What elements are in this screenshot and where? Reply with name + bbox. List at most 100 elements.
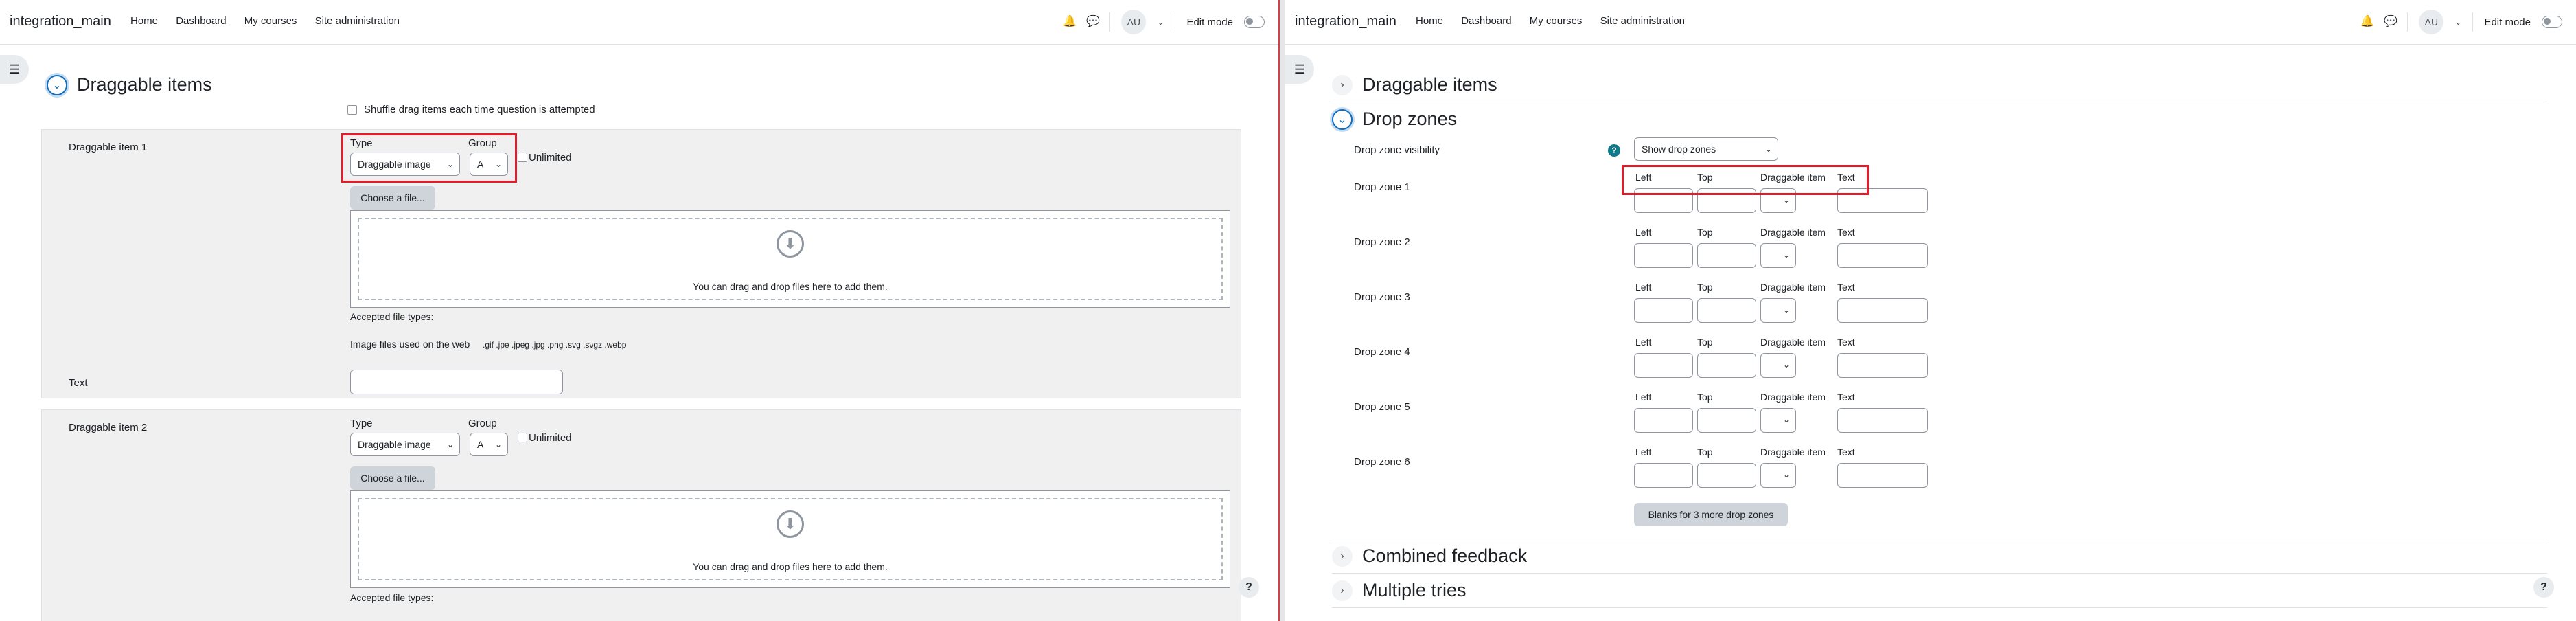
site-name[interactable]: integration_main bbox=[1295, 14, 1396, 30]
text-input[interactable] bbox=[1837, 408, 1928, 433]
bell-icon[interactable]: 🔔 bbox=[1063, 16, 1077, 28]
course-index-toggle[interactable]: ☰ bbox=[1285, 55, 1314, 84]
text-label: Text bbox=[1837, 227, 1855, 238]
left-label: Left bbox=[1635, 337, 1652, 348]
chevron-down-icon: ⌄ bbox=[1782, 470, 1790, 479]
file-drop-area[interactable]: ⬇ You can drag and drop files here to ad… bbox=[350, 210, 1230, 308]
expand-section-button[interactable]: › bbox=[1332, 74, 1353, 95]
section-divider bbox=[1332, 573, 2547, 574]
nav-home[interactable]: Home bbox=[1416, 15, 1443, 27]
group-select[interactable]: A ⌄ bbox=[470, 433, 508, 456]
choose-file-button[interactable]: Choose a file... bbox=[350, 466, 435, 490]
collapse-section-button[interactable]: ⌄ bbox=[1332, 109, 1353, 130]
chevron-down-icon: ⌄ bbox=[1782, 250, 1790, 260]
draggable-item-select[interactable]: ⌄ bbox=[1760, 243, 1796, 268]
text-input[interactable] bbox=[1837, 243, 1928, 268]
nav-home[interactable]: Home bbox=[130, 15, 158, 27]
chevron-down-icon: ⌄ bbox=[1782, 415, 1790, 425]
text-input[interactable] bbox=[1837, 298, 1928, 323]
nav-my-courses[interactable]: My courses bbox=[1530, 15, 1583, 27]
section-title: Combined feedback bbox=[1362, 545, 1528, 566]
group-select-value: A bbox=[477, 439, 484, 450]
text-input[interactable] bbox=[1837, 353, 1928, 378]
highlight-box bbox=[341, 133, 517, 183]
nav-site-administration[interactable]: Site administration bbox=[315, 15, 400, 27]
file-drop-area[interactable]: ⬇ You can drag and drop files here to ad… bbox=[350, 490, 1230, 588]
draggable-item-label: Draggable item 1 bbox=[69, 142, 148, 153]
divider bbox=[2472, 12, 2474, 32]
chevron-down-icon: ⌄ bbox=[1764, 144, 1772, 154]
left-input[interactable] bbox=[1634, 353, 1693, 378]
nav-dashboard[interactable]: Dashboard bbox=[1461, 15, 1511, 27]
left-label: Left bbox=[1635, 227, 1652, 238]
chevron-down-icon: ⌄ bbox=[1782, 360, 1790, 370]
chevron-down-icon[interactable]: ⌄ bbox=[2454, 17, 2461, 27]
unlimited-label: Unlimited bbox=[529, 432, 572, 444]
draggable-item-select[interactable]: ⌄ bbox=[1760, 408, 1796, 433]
text-input[interactable] bbox=[1837, 463, 1928, 488]
nav-my-courses[interactable]: My courses bbox=[244, 15, 297, 27]
nav-dashboard[interactable]: Dashboard bbox=[176, 15, 226, 27]
left-label: Left bbox=[1635, 392, 1652, 403]
expand-section-button[interactable]: › bbox=[1332, 545, 1353, 567]
visibility-select-value: Show drop zones bbox=[1642, 144, 1716, 155]
unlimited-checkbox[interactable] bbox=[518, 433, 527, 442]
message-icon[interactable]: 💬 bbox=[1086, 16, 1100, 28]
navbar: integration_main Home Dashboard My cours… bbox=[0, 0, 1278, 45]
draggable-item-select[interactable]: ⌄ bbox=[1760, 298, 1796, 323]
unlimited-checkbox[interactable] bbox=[518, 153, 527, 162]
visibility-select[interactable]: Show drop zones ⌄ bbox=[1634, 137, 1778, 161]
help-button[interactable]: ? bbox=[2533, 577, 2554, 598]
primary-navigation: Home Dashboard My courses Site administr… bbox=[130, 15, 415, 27]
top-label: Top bbox=[1697, 447, 1713, 458]
bell-icon[interactable]: 🔔 bbox=[2360, 16, 2374, 28]
divider bbox=[2407, 12, 2408, 32]
top-input[interactable] bbox=[1697, 243, 1756, 268]
edit-mode-label: Edit mode bbox=[1186, 16, 1233, 28]
nav-site-administration[interactable]: Site administration bbox=[1600, 15, 1685, 27]
top-input[interactable] bbox=[1697, 463, 1756, 488]
top-input[interactable] bbox=[1697, 353, 1756, 378]
section-divider bbox=[1332, 607, 2547, 608]
text-label: Text bbox=[1837, 282, 1855, 293]
top-input[interactable] bbox=[1697, 298, 1756, 323]
type-select[interactable]: Draggable image ⌄ bbox=[350, 433, 460, 456]
collapse-section-button[interactable]: ⌄ bbox=[47, 74, 67, 95]
shuffle-checkbox[interactable] bbox=[347, 105, 357, 115]
left-input[interactable] bbox=[1634, 463, 1693, 488]
list-icon: ☰ bbox=[1293, 63, 1306, 76]
chevron-down-icon[interactable]: ⌄ bbox=[1157, 17, 1164, 27]
drop-instructions: You can drag and drop files here to add … bbox=[693, 281, 888, 292]
group-label: Group bbox=[468, 418, 497, 429]
avatar[interactable]: AU bbox=[2419, 10, 2444, 34]
help-button[interactable]: ? bbox=[1239, 577, 1259, 598]
help-icon[interactable]: ? bbox=[1608, 144, 1620, 157]
drop-instructions: You can drag and drop files here to add … bbox=[693, 561, 888, 572]
draggable-item-select[interactable]: ⌄ bbox=[1760, 463, 1796, 488]
avatar[interactable]: AU bbox=[1121, 10, 1147, 34]
item-text-input[interactable] bbox=[350, 370, 563, 394]
blanks-more-zones-button[interactable]: Blanks for 3 more drop zones bbox=[1634, 503, 1788, 526]
message-icon[interactable]: 💬 bbox=[2384, 16, 2397, 28]
draggable-item-select[interactable]: ⌄ bbox=[1760, 353, 1796, 378]
course-index-toggle[interactable]: ☰ bbox=[0, 55, 29, 84]
choose-file-button[interactable]: Choose a file... bbox=[350, 186, 435, 210]
section-title: Draggable items bbox=[77, 74, 212, 95]
section-header-draggable-items: › Draggable items bbox=[1332, 74, 1497, 95]
user-menu-area: 🔔 💬 AU ⌄ Edit mode bbox=[2360, 10, 2562, 34]
drop-zone-label: Drop zone 4 bbox=[1354, 346, 1410, 358]
expand-section-button[interactable]: › bbox=[1332, 580, 1353, 601]
left-input[interactable] bbox=[1634, 243, 1693, 268]
section-header-combined-feedback: › Combined feedback bbox=[1332, 545, 1527, 567]
chevron-right-icon: › bbox=[1340, 550, 1344, 562]
type-label: Type bbox=[350, 418, 373, 429]
unlimited-label: Unlimited bbox=[529, 152, 572, 163]
site-name[interactable]: integration_main bbox=[10, 14, 111, 30]
top-input[interactable] bbox=[1697, 408, 1756, 433]
left-input[interactable] bbox=[1634, 408, 1693, 433]
shuffle-label: Shuffle drag items each time question is… bbox=[364, 104, 595, 115]
edit-mode-toggle[interactable] bbox=[1244, 16, 1265, 28]
edit-mode-toggle[interactable] bbox=[2542, 16, 2562, 28]
left-input[interactable] bbox=[1634, 298, 1693, 323]
draggable-item-label: Draggable item bbox=[1760, 447, 1826, 458]
